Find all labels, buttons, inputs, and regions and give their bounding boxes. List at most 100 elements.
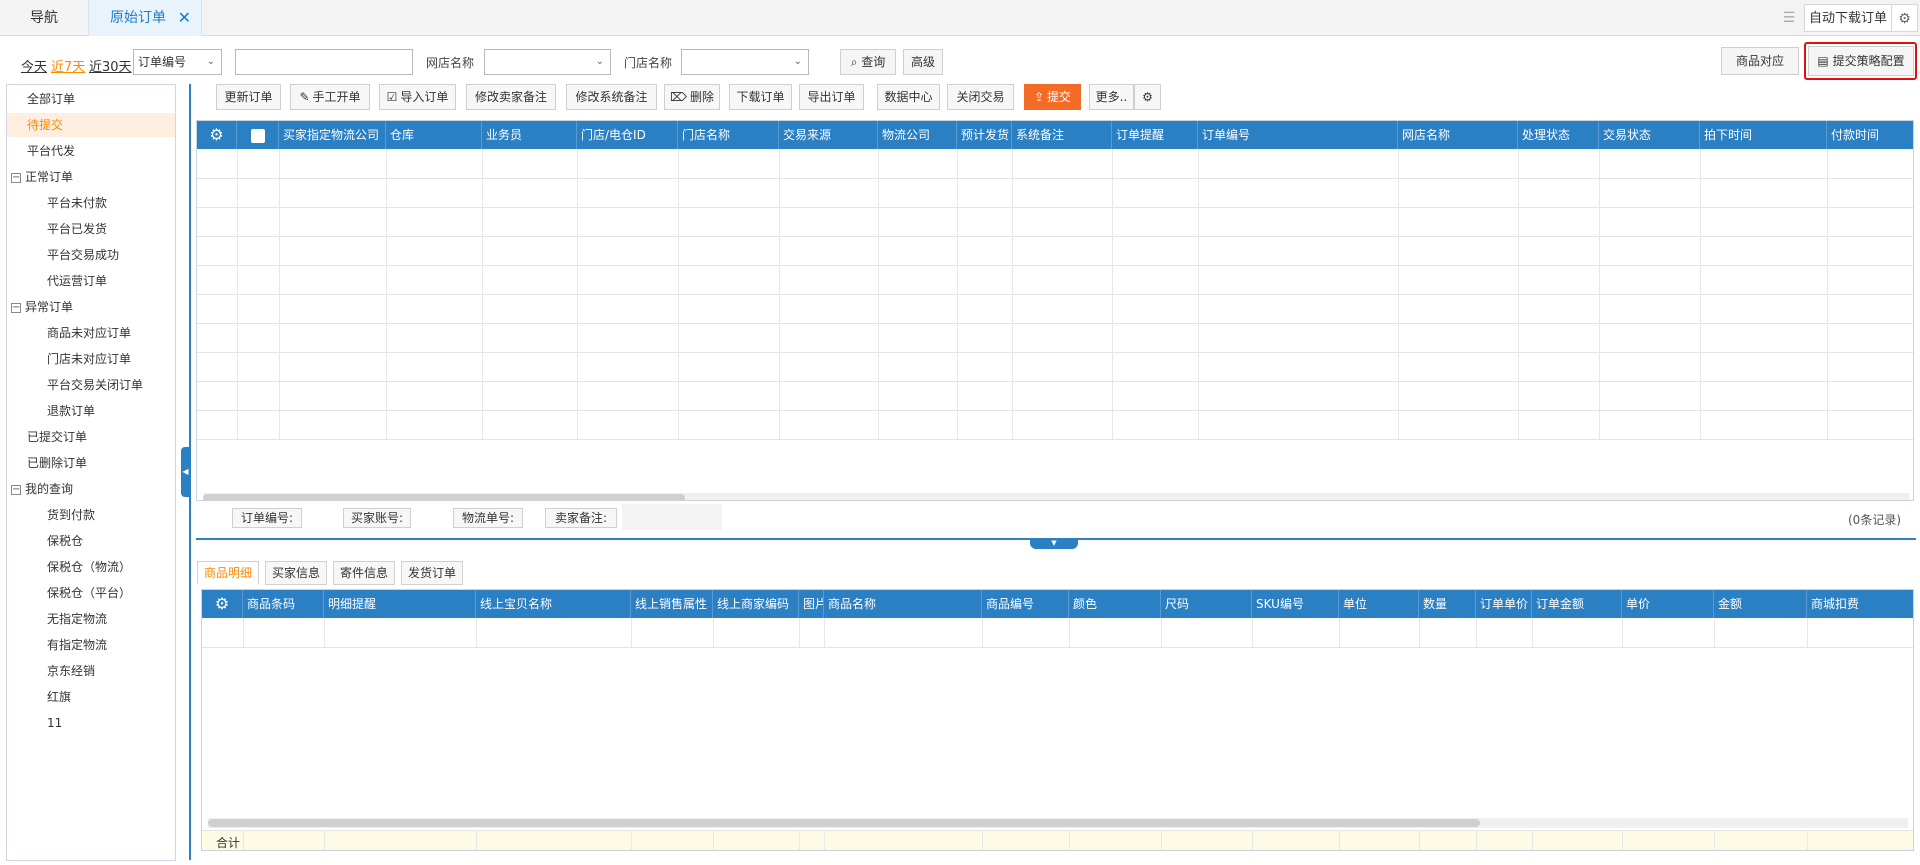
table-row[interactable] bbox=[202, 647, 1913, 648]
table-row[interactable] bbox=[197, 439, 1913, 440]
column-header[interactable]: 订单编号 bbox=[1198, 121, 1398, 149]
toolbar-button[interactable]: 修改系统备注 bbox=[566, 84, 657, 110]
toolbar-button[interactable]: 更新订单 bbox=[216, 84, 281, 110]
sidebar-item[interactable]: 平台交易成功 bbox=[7, 243, 175, 267]
sidebar-item[interactable]: − 我的查询 bbox=[7, 477, 175, 501]
search-field-select[interactable]: 订单编号 ⌄ bbox=[133, 49, 222, 75]
column-header[interactable]: 线上宝贝名称 bbox=[476, 590, 631, 618]
column-header[interactable]: 商品条码 bbox=[243, 590, 324, 618]
select-all-checkbox[interactable] bbox=[237, 121, 279, 149]
column-header[interactable]: 商城扣费 bbox=[1807, 590, 1913, 618]
sidebar-item[interactable]: 商品未对应订单 bbox=[7, 321, 175, 345]
toolbar-button[interactable]: ☑ 导入订单 bbox=[379, 84, 456, 110]
sidebar-item[interactable]: 红旗 bbox=[7, 685, 175, 709]
column-header[interactable]: 单价 bbox=[1622, 590, 1714, 618]
sidebar-item[interactable]: 有指定物流 bbox=[7, 633, 175, 657]
order-grid-hscroll[interactable] bbox=[203, 493, 1909, 500]
column-header[interactable]: 单位 bbox=[1339, 590, 1419, 618]
sidebar-item[interactable]: 货到付款 bbox=[7, 503, 175, 527]
column-header[interactable]: 处理状态 bbox=[1518, 121, 1599, 149]
advanced-button[interactable]: 高级 bbox=[903, 49, 943, 75]
sidebar-item[interactable]: 保税仓（物流） bbox=[7, 555, 175, 579]
sidebar-item[interactable]: 11 bbox=[7, 711, 175, 735]
column-header[interactable]: 付款时间 bbox=[1827, 121, 1913, 149]
toolbar-button[interactable]: 数据中心 bbox=[877, 84, 940, 110]
table-row[interactable] bbox=[197, 294, 1913, 295]
column-header[interactable]: 线上销售属性 bbox=[631, 590, 713, 618]
sidebar-item[interactable]: 已删除订单 bbox=[7, 451, 175, 475]
column-header[interactable]: 图片 bbox=[799, 590, 824, 618]
detail-tab[interactable]: 寄件信息 bbox=[333, 561, 395, 585]
shop-name-select[interactable]: ⌄ bbox=[681, 49, 809, 75]
column-header[interactable]: 线上商家编码 bbox=[713, 590, 799, 618]
column-header[interactable]: 商品名称 bbox=[824, 590, 982, 618]
vertical-splitter[interactable] bbox=[189, 84, 191, 860]
table-row[interactable] bbox=[197, 323, 1913, 324]
tab-navigation[interactable]: 导航 bbox=[0, 0, 88, 36]
sidebar-item[interactable]: 全部订单 bbox=[7, 87, 175, 111]
column-header[interactable]: 商品编号 bbox=[982, 590, 1069, 618]
toolbar-button[interactable]: ⌦ 删除 bbox=[664, 84, 720, 110]
gear-icon[interactable]: ⚙ bbox=[202, 590, 243, 618]
table-row[interactable] bbox=[197, 381, 1913, 382]
toolbar-button[interactable]: ⚙ bbox=[1134, 84, 1161, 110]
sidebar-item[interactable]: 门店未对应订单 bbox=[7, 347, 175, 371]
sidebar-item[interactable]: 代运营订单 bbox=[7, 269, 175, 293]
column-header[interactable]: 买家指定物流公司 bbox=[279, 121, 386, 149]
table-row[interactable] bbox=[197, 207, 1913, 208]
column-header[interactable]: 交易状态 bbox=[1599, 121, 1700, 149]
auto-download-orders-button[interactable]: 自动下载订单 bbox=[1804, 4, 1892, 32]
toolbar-button[interactable]: 修改卖家备注 bbox=[466, 84, 556, 110]
sidebar-item[interactable]: 平台已发货 bbox=[7, 217, 175, 241]
detail-tab[interactable]: 买家信息 bbox=[265, 561, 327, 585]
collapse-detail-handle[interactable]: ▼ bbox=[1030, 539, 1078, 549]
toolbar-button[interactable]: 更多.. bbox=[1089, 84, 1134, 110]
column-header[interactable]: 明细提醒 bbox=[324, 590, 476, 618]
collapse-toggle-icon[interactable]: − bbox=[11, 172, 21, 183]
toolbar-button[interactable]: 关闭交易 bbox=[947, 84, 1014, 110]
collapse-toggle-icon[interactable]: − bbox=[11, 484, 21, 495]
toolbar-button[interactable]: ⇪ 提交 bbox=[1024, 84, 1081, 110]
quick-filter-last30[interactable]: 近30天 bbox=[89, 56, 132, 75]
column-header[interactable]: 颜色 bbox=[1069, 590, 1161, 618]
tab-original-orders[interactable]: 原始订单 ✕ bbox=[88, 0, 202, 36]
store-name-select[interactable]: ⌄ bbox=[484, 49, 611, 75]
column-header[interactable]: 订单单价 bbox=[1476, 590, 1532, 618]
gear-icon[interactable]: ⚙ bbox=[197, 121, 237, 149]
toolbar-button[interactable]: 导出订单 bbox=[799, 84, 864, 110]
column-header[interactable]: 预计发货 bbox=[957, 121, 1012, 149]
sidebar-item[interactable]: 保税仓（平台） bbox=[7, 581, 175, 605]
column-header[interactable]: 门店/电仓ID bbox=[577, 121, 678, 149]
sidebar-item[interactable]: 平台交易关闭订单 bbox=[7, 373, 175, 397]
column-header[interactable]: SKU编号 bbox=[1252, 590, 1339, 618]
table-row[interactable] bbox=[197, 265, 1913, 266]
column-header[interactable]: 网店名称 bbox=[1398, 121, 1518, 149]
quick-filter-today[interactable]: 今天 bbox=[21, 56, 47, 75]
quick-filter-last7[interactable]: 近7天 bbox=[51, 56, 85, 75]
detail-tab[interactable]: 发货订单 bbox=[401, 561, 463, 585]
sidebar-item[interactable]: − 异常订单 bbox=[7, 295, 175, 319]
detail-grid-hscroll-thumb[interactable] bbox=[208, 819, 1480, 827]
table-row[interactable] bbox=[197, 410, 1913, 411]
sidebar-item[interactable]: − 正常订单 bbox=[7, 165, 175, 189]
sidebar-item[interactable]: 无指定物流 bbox=[7, 607, 175, 631]
detail-tab[interactable]: 商品明细 bbox=[197, 561, 259, 585]
table-row[interactable] bbox=[197, 178, 1913, 179]
column-header[interactable]: 物流公司 bbox=[878, 121, 957, 149]
sidebar-item[interactable]: 保税仓 bbox=[7, 529, 175, 553]
gear-icon[interactable]: ⚙ bbox=[1892, 4, 1918, 32]
toolbar-button[interactable]: ✎ 手工开单 bbox=[290, 84, 370, 110]
column-header[interactable]: 数量 bbox=[1419, 590, 1476, 618]
sidebar-item[interactable]: 京东经销 bbox=[7, 659, 175, 683]
column-header[interactable]: 交易来源 bbox=[779, 121, 878, 149]
column-header[interactable]: 订单提醒 bbox=[1112, 121, 1198, 149]
close-icon[interactable]: ✕ bbox=[178, 0, 191, 36]
sidebar-item[interactable]: 退款订单 bbox=[7, 399, 175, 423]
sidebar-item[interactable]: 已提交订单 bbox=[7, 425, 175, 449]
list-icon[interactable]: ☰ bbox=[1776, 6, 1802, 30]
column-header[interactable]: 系统备注 bbox=[1012, 121, 1112, 149]
collapse-toggle-icon[interactable]: − bbox=[11, 302, 21, 313]
query-button[interactable]: ⌕ 查询 bbox=[840, 49, 896, 75]
search-input[interactable] bbox=[235, 49, 413, 75]
table-row[interactable] bbox=[197, 236, 1913, 237]
